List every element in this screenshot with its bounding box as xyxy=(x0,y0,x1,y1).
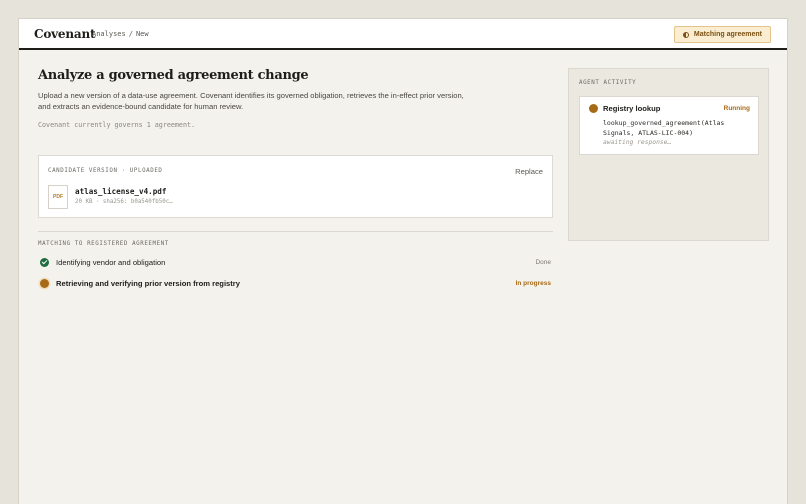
replace-button[interactable]: Replace xyxy=(515,167,543,176)
agent-activity-card: Registry lookup Running lookup_governed_… xyxy=(579,96,759,155)
agent-activity-panel: AGENT ACTIVITY Registry lookup Running l… xyxy=(568,68,769,241)
page-description: Upload a new version of a data-use agree… xyxy=(38,91,464,111)
step-text: Identifying vendor and obligation xyxy=(56,257,166,267)
check-circle-icon xyxy=(40,257,49,267)
breadcrumb: Analyses / New xyxy=(92,30,149,38)
status-pill-label: Matching agreement xyxy=(693,31,762,38)
activity-dot-icon xyxy=(589,104,598,113)
agent-activity-status: Running xyxy=(723,105,750,112)
breadcrumb-new: New xyxy=(135,30,149,38)
pdf-file-icon: PDF xyxy=(48,185,68,209)
breadcrumb-separator: / xyxy=(128,30,133,38)
section-divider xyxy=(38,231,553,232)
agent-activity-title: Registry lookup xyxy=(603,104,661,113)
page-title: Analyze a governed agreement change xyxy=(38,68,309,83)
step-text: Retrieving and verifying prior version f… xyxy=(56,278,240,288)
agent-activity-label: AGENT ACTIVITY xyxy=(579,80,637,86)
agent-tool-call: lookup_governed_agreement(Atlas Signals,… xyxy=(603,119,725,137)
main-content: Analyze a governed agreement change Uplo… xyxy=(38,68,554,288)
file-name: atlas_license_v4.pdf xyxy=(75,187,167,196)
progress-dot-icon xyxy=(40,278,49,288)
status-pill: Matching agreement xyxy=(673,26,771,43)
half-circle-icon xyxy=(682,31,689,38)
top-bar: Covenant Analyses / New Matching agreement xyxy=(19,19,787,50)
candidate-label: CANDIDATE VERSION · UPLOADED xyxy=(48,168,163,174)
step-row: Retrieving and verifying prior version f… xyxy=(38,277,553,289)
file-meta: 20 KB · sha256: b0a540fb50c… xyxy=(75,199,173,205)
step-status: Done xyxy=(535,258,551,266)
breadcrumb-analyses[interactable]: Analyses xyxy=(92,30,126,38)
candidate-card: CANDIDATE VERSION · UPLOADED Replace PDF… xyxy=(38,155,553,218)
app-window: Covenant Analyses / New Matching agreement… xyxy=(18,18,788,504)
governs-note: Covenant currently governs 1 agreement. xyxy=(38,121,196,129)
agent-awaiting: awaiting response… xyxy=(603,139,672,146)
brand-logo[interactable]: Covenant xyxy=(34,27,96,41)
pdf-file-type: PDF xyxy=(53,194,63,200)
step-status: In progress xyxy=(515,279,551,287)
step-row: Identifying vendor and obligation Done xyxy=(38,256,553,268)
matching-label: MATCHING TO REGISTERED AGREEMENT xyxy=(38,241,169,247)
